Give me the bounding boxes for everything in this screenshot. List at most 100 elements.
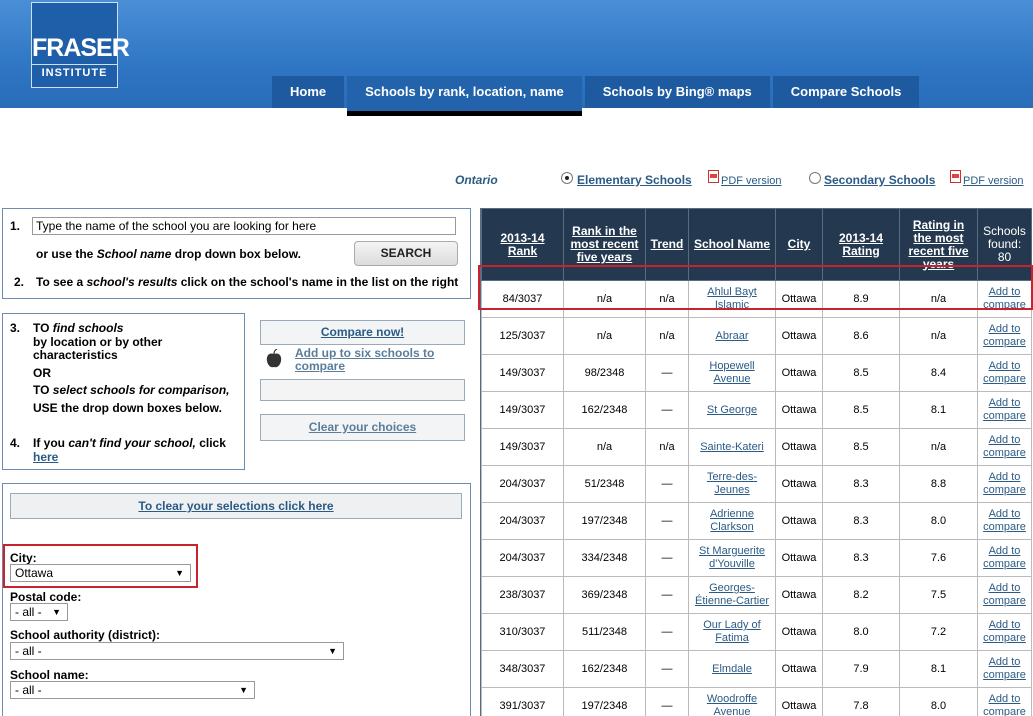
- rating-cell: 7.8: [822, 687, 900, 716]
- nav-compare-schools[interactable]: Compare Schools: [772, 76, 920, 108]
- school-name-cell: Woodroffe Avenue: [688, 687, 776, 716]
- rating-cell: 8.5: [822, 354, 900, 392]
- results-table-container: 2013-14 Rank Rank in the most recent five y…: [480, 208, 1033, 716]
- city-cell: Ottawa: [775, 613, 823, 651]
- table-row: 204/3037 334/2348— St Marguerite d'Youville…: [481, 539, 1032, 577]
- secondary-radio[interactable]: [809, 172, 821, 184]
- school-name-link[interactable]: Woodroffe Avenue: [707, 693, 757, 716]
- rank-cell: 391/3037: [481, 687, 564, 716]
- col-city-header[interactable]: City: [775, 208, 823, 281]
- compare-cell: Add to compare: [977, 317, 1032, 355]
- add-to-compare-link[interactable]: Add to compare: [983, 323, 1026, 348]
- table-row: 310/3037 511/2348— Our Lady of Fatima Ottawa…: [481, 613, 1032, 651]
- step-number: 2.: [14, 275, 25, 289]
- rank-cell: 204/3037: [481, 502, 564, 540]
- city-highlight: [3, 544, 198, 588]
- fraser-institute-logo[interactable]: FRASER INSTITUTE: [31, 2, 130, 88]
- school-authority-select[interactable]: - all - ▼: [10, 642, 344, 660]
- clear-selections-button[interactable]: To clear your selections click here: [10, 493, 462, 519]
- school-name-link[interactable]: Abraar: [715, 330, 748, 342]
- rank5-cell: 511/2348: [563, 613, 646, 651]
- add-to-compare-link[interactable]: Add to compare: [983, 286, 1026, 311]
- rating-cell: 8.3: [822, 539, 900, 577]
- col-trend-header[interactable]: Trend: [645, 208, 689, 281]
- city-cell: Ottawa: [775, 465, 823, 503]
- cant-find-school-link[interactable]: here: [33, 450, 58, 464]
- nav-schools-by-rank[interactable]: Schools by rank, location, name: [347, 76, 582, 116]
- results-table: 2013-14 Rank Rank in the most recent five y…: [481, 208, 1032, 716]
- school-name-link[interactable]: Sainte-Kateri: [700, 441, 764, 453]
- add-to-compare-link[interactable]: Add to compare: [983, 693, 1026, 716]
- add-to-compare-link[interactable]: Add to compare: [983, 471, 1026, 496]
- school-name-link[interactable]: Georges- Étienne-Cartier: [695, 582, 769, 607]
- rating5-cell: 8.8: [899, 465, 978, 503]
- rank5-cell: n/a: [563, 428, 646, 466]
- elementary-pdf-link[interactable]: PDF version: [721, 175, 782, 187]
- trend-cell: —: [645, 576, 689, 614]
- school-name-link[interactable]: St George: [707, 404, 757, 416]
- school-name-link[interactable]: Adrienne Clarkson: [710, 508, 754, 533]
- search-button[interactable]: SEARCH: [354, 241, 458, 266]
- add-to-compare-link[interactable]: Add to compare: [983, 656, 1026, 681]
- col-rank-header[interactable]: 2013-14 Rank: [481, 208, 564, 281]
- city-cell: Ottawa: [775, 354, 823, 392]
- rating5-cell: n/a: [899, 428, 978, 466]
- secondary-pdf-link[interactable]: PDF version: [963, 175, 1024, 187]
- compare-cell: Add to compare: [977, 613, 1032, 651]
- add-to-compare-link[interactable]: Add to compare: [983, 582, 1026, 607]
- rating-cell: 8.9: [822, 280, 900, 318]
- clear-your-choices-button[interactable]: Clear your choices: [260, 414, 465, 441]
- school-name-link[interactable]: Our Lady of Fatima: [703, 619, 760, 644]
- elementary-radio[interactable]: [561, 172, 573, 184]
- add-up-to-six-link[interactable]: Add up to six schools to compare: [295, 347, 434, 373]
- school-name-link[interactable]: Terre-des- Jeunes: [707, 471, 757, 496]
- rank-cell: 84/3037: [481, 280, 564, 318]
- school-name-cell: Elmdale: [688, 650, 776, 688]
- city-cell: Ottawa: [775, 576, 823, 614]
- secondary-schools-link[interactable]: Secondary Schools: [824, 173, 935, 187]
- compare-now-button[interactable]: Compare now!: [260, 320, 465, 345]
- rating-cell: 8.2: [822, 576, 900, 614]
- school-name-link[interactable]: Elmdale: [712, 663, 752, 675]
- step4-instructions: 4. If you can't find your school, click …: [10, 436, 226, 464]
- compare-cell: Add to compare: [977, 539, 1032, 577]
- table-row: 149/3037 162/2348— St George Ottawa 8.5 8.1 Ad…: [481, 391, 1032, 429]
- rank-cell: 149/3037: [481, 354, 564, 392]
- city-cell: Ottawa: [775, 317, 823, 355]
- col-rank5-header[interactable]: Rank in the most recent five years: [563, 208, 646, 281]
- nav-home[interactable]: Home: [272, 76, 345, 108]
- table-row: 348/3037 162/2348— Elmdale Ottawa 7.9 8.1 Add …: [481, 650, 1032, 688]
- rank-cell: 125/3037: [481, 317, 564, 355]
- add-to-compare-link[interactable]: Add to compare: [983, 397, 1026, 422]
- school-name-cell: Georges- Étienne-Cartier: [688, 576, 776, 614]
- rating-cell: 8.5: [822, 391, 900, 429]
- col-rating5-header[interactable]: Rating in the most recent five years: [899, 208, 978, 281]
- school-name-cell: Adrienne Clarkson: [688, 502, 776, 540]
- col-rating-header[interactable]: 2013-14 Rating: [822, 208, 900, 281]
- school-name-cell: Sainte-Kateri: [688, 428, 776, 466]
- rating-cell: 8.6: [822, 317, 900, 355]
- province-label: Ontario: [455, 173, 498, 187]
- main-nav: Home Schools by rank, location, name Sch…: [272, 76, 922, 116]
- school-name-link[interactable]: Hopewell Avenue: [709, 360, 754, 385]
- postal-code-select[interactable]: - all - ▼: [10, 603, 68, 621]
- school-name-link[interactable]: Ahlul Bayt Islamic: [707, 286, 757, 311]
- school-search-input[interactable]: Type the name of the school you are look…: [32, 217, 456, 235]
- school-name-link[interactable]: St Marguerite d'Youville: [699, 545, 765, 570]
- nav-schools-by-bing-maps[interactable]: Schools by Bing® maps: [584, 76, 770, 108]
- city-cell: Ottawa: [775, 687, 823, 716]
- rating-cell: 8.3: [822, 465, 900, 503]
- rank-cell: 204/3037: [481, 465, 564, 503]
- elementary-schools-link[interactable]: Elementary Schools: [577, 173, 692, 187]
- col-school-name-header[interactable]: School Name: [688, 208, 776, 281]
- add-to-compare-link[interactable]: Add to compare: [983, 360, 1026, 385]
- add-to-compare-link[interactable]: Add to compare: [983, 619, 1026, 644]
- rank5-cell: 334/2348: [563, 539, 646, 577]
- city-cell: Ottawa: [775, 502, 823, 540]
- school-name-select[interactable]: - all - ▼: [10, 681, 255, 699]
- add-to-compare-link[interactable]: Add to compare: [983, 508, 1026, 533]
- compare-cell: Add to compare: [977, 354, 1032, 392]
- city-cell: Ottawa: [775, 650, 823, 688]
- add-to-compare-link[interactable]: Add to compare: [983, 545, 1026, 570]
- add-to-compare-link[interactable]: Add to compare: [983, 434, 1026, 459]
